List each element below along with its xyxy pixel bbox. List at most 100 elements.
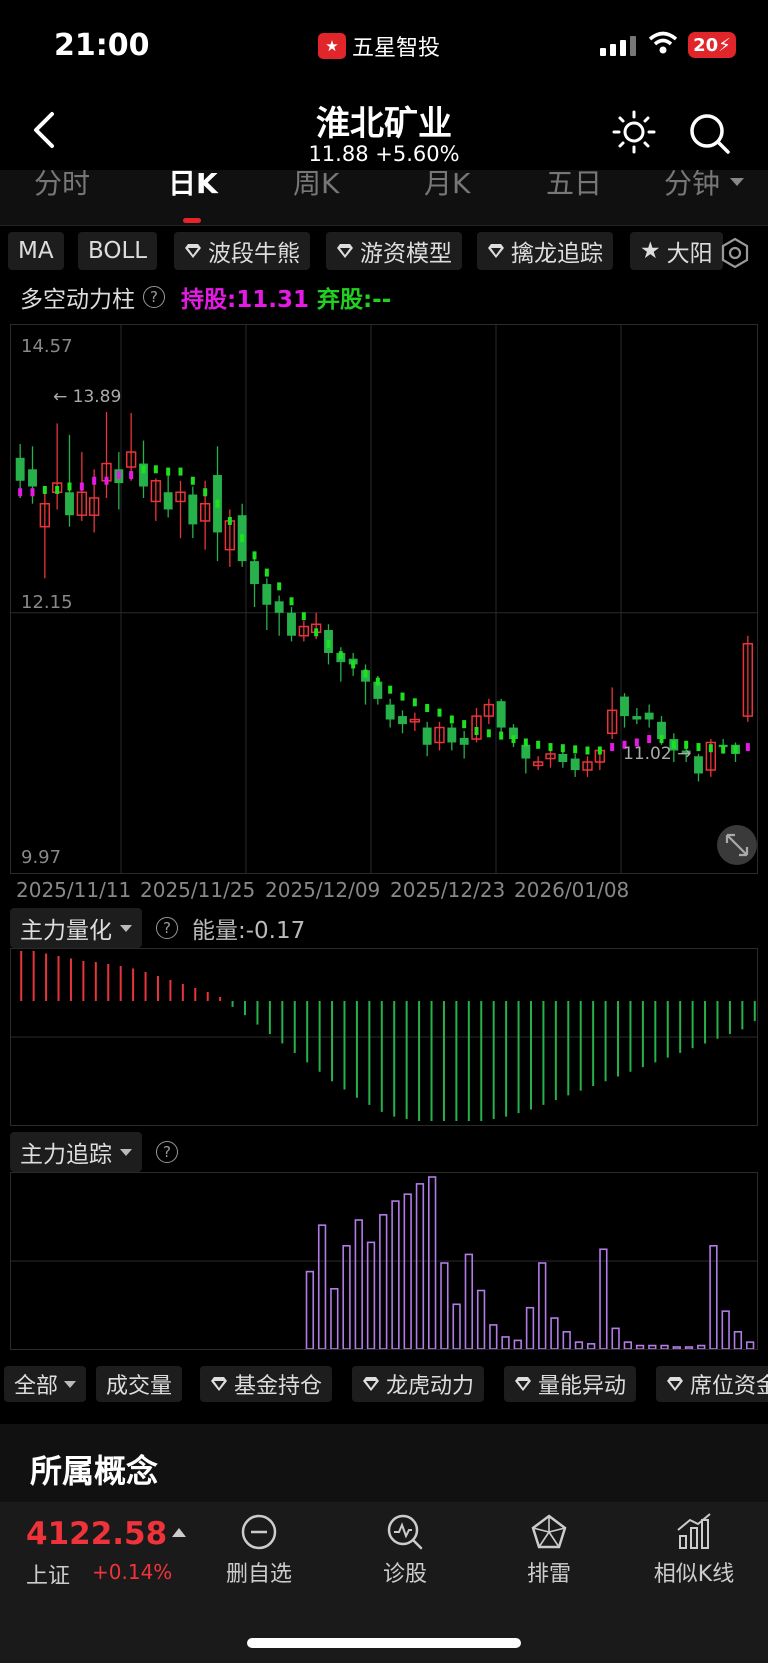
candlestick	[532, 756, 544, 771]
sar-dot	[116, 471, 121, 480]
chip-all[interactable]: 全部	[4, 1366, 87, 1402]
nav-label: 排雷	[526, 1562, 571, 1587]
chip-hot-money[interactable]: 游资模型	[326, 232, 462, 270]
minus-circle-icon	[241, 1514, 277, 1550]
nav-similar-kline[interactable]: 相似K线	[634, 1512, 754, 1588]
energy-chart[interactable]	[10, 948, 758, 1126]
chip-dragon-track[interactable]: 擒龙追踪	[477, 232, 613, 270]
tracking-bar	[525, 1306, 535, 1350]
tracking-bar	[489, 1324, 498, 1350]
theme-toggle-icon[interactable]	[612, 110, 656, 154]
energy-dropdown[interactable]: 主力量化	[10, 908, 142, 948]
power-label: 多空动力柱	[20, 287, 135, 313]
nav-minesweep[interactable]: 排雷	[489, 1512, 609, 1588]
chip-seat-funds[interactable]: 席位资金	[656, 1366, 768, 1402]
chip-dragon-tiger[interactable]: 龙虎动力	[352, 1366, 485, 1402]
candlestick	[385, 698, 395, 728]
help-icon[interactable]: ?	[156, 1141, 178, 1163]
sar-dot	[523, 738, 528, 747]
bottom-nav: 4122.58 上证 +0.14% 删自选 诊股 排雷 相似K线	[0, 1502, 768, 1663]
sar-dot	[18, 488, 23, 497]
diagnose-icon	[387, 1514, 423, 1550]
candle-body	[694, 756, 703, 774]
sar-dot	[104, 476, 109, 485]
candlestick	[471, 708, 482, 743]
sar-dot	[92, 476, 97, 485]
candle-body	[262, 584, 272, 605]
sar-dot	[141, 465, 146, 474]
chip-label: 游资模型	[360, 241, 452, 267]
settings-hex-icon[interactable]	[718, 236, 752, 270]
chip-label: 擒龙追踪	[511, 241, 603, 267]
help-icon[interactable]: ?	[156, 917, 178, 939]
index-change: +0.14%	[92, 1560, 173, 1584]
sar-dot	[536, 740, 541, 749]
diamond-icon	[488, 244, 504, 258]
tab-minute[interactable]: 分钟	[664, 170, 720, 202]
sar-dot	[363, 669, 368, 678]
candle-body	[250, 561, 259, 585]
sub-indicator-chips: 全部 成交量 基金持仓 龙虎动力 量能异动 席位资金	[4, 1366, 768, 1404]
tab-intraday[interactable]: 分时	[34, 170, 90, 202]
nav-diagnose[interactable]: 诊股	[345, 1512, 465, 1588]
power-indicator-row: 多空动力柱 ? 持股:11.31 弃股:--	[20, 282, 391, 313]
tracking-bar	[440, 1262, 449, 1350]
sar-dot	[573, 745, 578, 754]
tab-monthly-k[interactable]: 月K	[424, 170, 470, 202]
tracking-dropdown[interactable]: 主力追踪	[10, 1132, 142, 1172]
tracking-chart[interactable]	[10, 1172, 758, 1350]
sar-dot	[215, 499, 220, 508]
tracking-bar	[330, 1288, 339, 1350]
expand-icon[interactable]	[717, 825, 757, 865]
candlestick	[287, 607, 296, 642]
nav-remove-watchlist[interactable]: 删自选	[199, 1512, 319, 1588]
kline-chart[interactable]: 14.57 12.15 9.97 ← 13.89 11.02 →	[10, 324, 758, 874]
energy-svg	[11, 951, 757, 1121]
tab-daily-k[interactable]: 日K	[168, 170, 218, 202]
chip-fund-holdings[interactable]: 基金持仓	[200, 1366, 333, 1402]
stock-change: +5.60%	[375, 142, 460, 166]
candle-body	[163, 492, 173, 510]
date-label: 2026/01/08	[514, 878, 630, 902]
chip-boll[interactable]: BOLL	[78, 232, 158, 270]
chip-band-bull-bear[interactable]: 波段牛熊	[174, 232, 310, 270]
candlestick	[274, 595, 284, 636]
candlestick	[65, 434, 74, 527]
chip-ma[interactable]: MA	[8, 232, 64, 270]
chip-label: MA	[18, 238, 54, 264]
tracking-bar	[611, 1327, 620, 1350]
sar-dot	[745, 743, 750, 752]
help-icon[interactable]: ?	[143, 286, 165, 308]
candlestick	[250, 555, 259, 608]
tracking-bar	[366, 1241, 376, 1350]
chip-big-yang[interactable]: ★ 大阳	[630, 232, 723, 270]
high-annotation: ← 13.89	[53, 387, 121, 407]
tracking-bar	[501, 1336, 510, 1350]
tracking-bar	[562, 1331, 571, 1350]
tracking-bar	[586, 1343, 596, 1350]
tracking-bar	[672, 1346, 681, 1350]
candle-body	[274, 601, 284, 613]
tracking-bar	[599, 1248, 608, 1350]
energy-value: 能量:-0.17	[192, 918, 306, 944]
tab-five-day[interactable]: 五日	[546, 170, 602, 202]
tab-weekly-k[interactable]: 周K	[293, 170, 339, 202]
status-bar: 21:00 ★ 五星智投 20 ⚡	[0, 0, 768, 90]
candlestick	[188, 486, 198, 539]
concept-section: 所属概念	[0, 1424, 768, 1502]
chip-volume[interactable]: 成交量	[96, 1366, 183, 1402]
candlestick	[459, 731, 469, 759]
sar-dot	[388, 685, 393, 694]
y-axis-bottom-label: 9.97	[21, 847, 61, 868]
candle-body	[632, 716, 642, 720]
chip-volume-anomaly[interactable]: 量能异动	[504, 1366, 637, 1402]
sar-dot	[203, 488, 208, 497]
chevron-down-icon[interactable]	[730, 178, 744, 186]
search-icon[interactable]	[688, 112, 732, 156]
sar-dot	[264, 568, 269, 577]
date-label: 2025/12/23	[390, 878, 506, 902]
sar-dot	[338, 651, 343, 660]
sar-dot	[721, 745, 726, 754]
sar-dot	[42, 485, 47, 494]
app-indicator: ★ 五星智投	[318, 30, 440, 62]
